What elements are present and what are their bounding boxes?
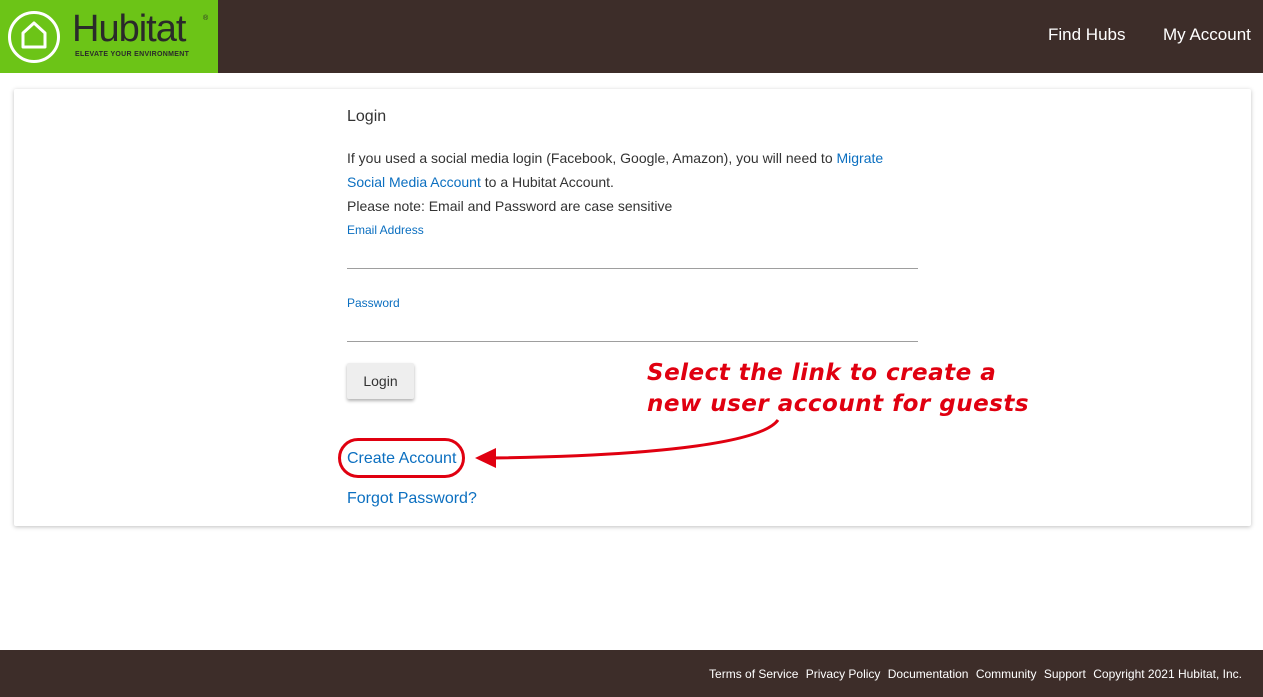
annotation-line-2: new user account for guests (647, 391, 1030, 417)
annotation-line-1: Select the link to create a (647, 360, 997, 386)
footer-support-link[interactable]: Support (1044, 667, 1086, 681)
page-footer: Terms of Service Privacy Policy Document… (0, 650, 1263, 697)
annotation-text: Select the link to create a new user acc… (647, 358, 1029, 420)
footer-links: Terms of Service Privacy Policy Document… (705, 667, 1242, 681)
footer-privacy-link[interactable]: Privacy Policy (806, 667, 881, 681)
footer-copyright: Copyright 2021 Hubitat, Inc. (1093, 667, 1242, 681)
footer-terms-link[interactable]: Terms of Service (709, 667, 798, 681)
footer-community-link[interactable]: Community (976, 667, 1037, 681)
footer-documentation-link[interactable]: Documentation (888, 667, 969, 681)
annotation-arrow (475, 419, 780, 468)
